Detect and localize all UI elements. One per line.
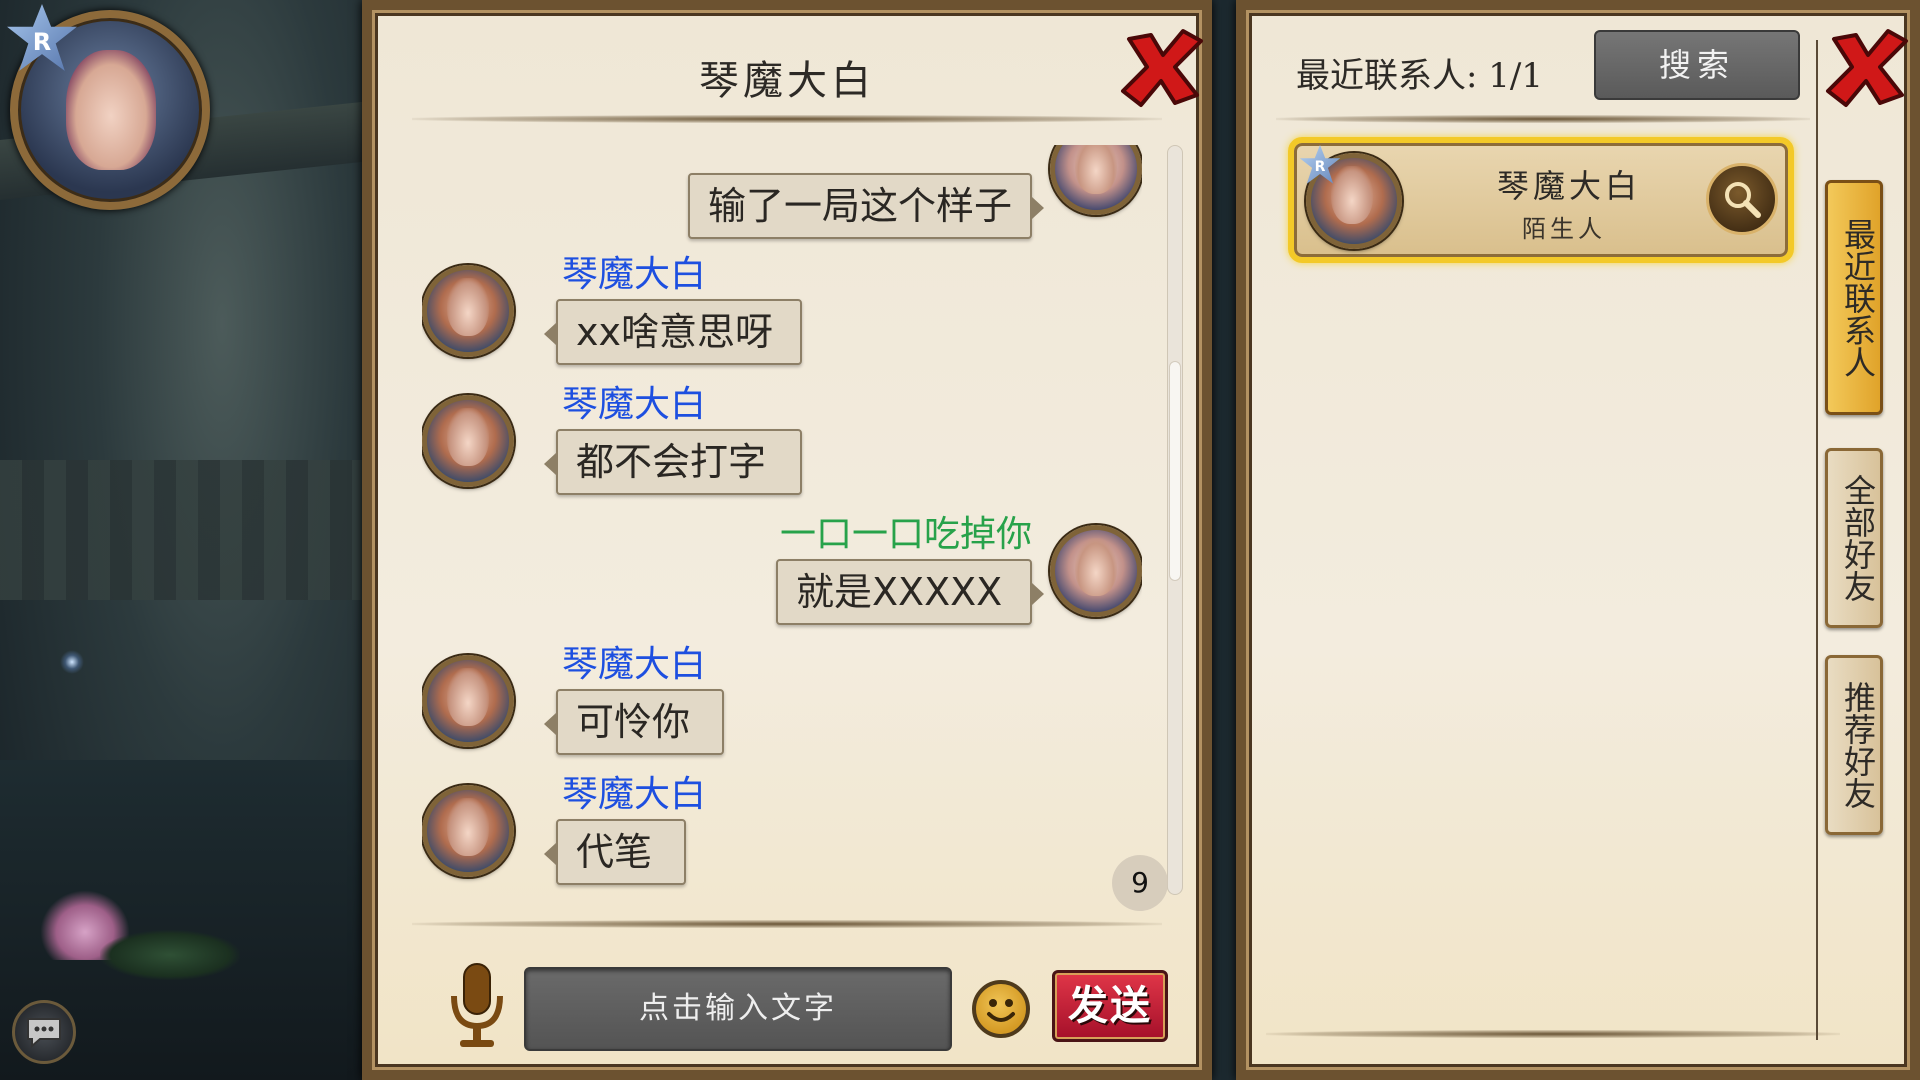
contact-status: 陌生人 — [1522, 215, 1606, 243]
send-button[interactable]: 发送 — [1052, 970, 1168, 1042]
contact-avatar[interactable] — [422, 265, 514, 357]
chat-panel: 琴魔大白 输了一局这个样子 琴魔大白 xx啥意思呀 琴魔大白 都不会打字 一口一… — [362, 0, 1212, 1080]
chat-bubble-glyph — [27, 1018, 61, 1049]
sender-name: 一口一口吃掉你 — [779, 514, 1032, 555]
contact-vip-label: R — [1314, 159, 1326, 175]
message-scrollbar-thumb[interactable] — [1169, 361, 1181, 581]
contact-avatar[interactable] — [422, 655, 514, 747]
tab-recent-contacts[interactable]: 最近联系人 — [1825, 180, 1883, 415]
vip-badge-label: R — [32, 28, 52, 56]
sender-name: 琴魔大白 — [562, 774, 707, 815]
message-list[interactable]: 输了一局这个样子 琴魔大白 xx啥意思呀 琴魔大白 都不会打字 一口一口吃掉你 … — [422, 145, 1142, 915]
chat-title-divider — [412, 115, 1162, 123]
scene-lily-pad — [100, 930, 240, 980]
my-avatar[interactable] — [1050, 145, 1142, 215]
message-bubble: xx啥意思呀 — [544, 299, 802, 365]
magnifier-icon[interactable] — [1706, 163, 1778, 235]
close-chat-button[interactable] — [1117, 25, 1207, 109]
contacts-bottom-divider — [1266, 1030, 1840, 1038]
close-icon — [1121, 29, 1203, 107]
message-item: 琴魔大白 xx啥意思呀 — [422, 245, 1142, 375]
emoji-face-glyph — [987, 999, 1015, 1022]
tab-all-friends[interactable]: 全部好友 — [1825, 448, 1883, 628]
contacts-header-divider — [1276, 115, 1810, 123]
message-item: 琴魔大白 都不会打字 — [422, 375, 1142, 505]
chat-title: 琴魔大白 — [699, 58, 875, 104]
message-bubble: 可怜你 — [544, 689, 724, 755]
message-item: 琴魔大白 代笔 — [422, 765, 1142, 895]
chat-input-divider — [412, 920, 1162, 928]
message-bubble: 代笔 — [544, 819, 686, 885]
tab-recommended-friends[interactable]: 推荐好友 — [1825, 655, 1883, 835]
magnifier-glyph — [1725, 182, 1761, 218]
emoji-icon[interactable] — [972, 980, 1030, 1038]
sender-name: 琴魔大白 — [562, 644, 707, 685]
contacts-panel: 最近联系人: 1/1 搜索 R 琴魔大白 陌生人 最近联系人 全部好友 推荐好友 — [1236, 0, 1920, 1080]
chat-bubble-icon[interactable] — [12, 1000, 76, 1064]
message-scrollbar[interactable] — [1167, 145, 1183, 895]
sender-name: 琴魔大白 — [562, 254, 707, 295]
voice-input-button[interactable] — [442, 960, 512, 1050]
recent-contacts-count: 最近联系人: 1/1 — [1296, 56, 1543, 96]
close-contacts-button[interactable] — [1822, 25, 1912, 109]
contact-name: 琴魔大白 — [1496, 167, 1641, 205]
contacts-side-divider — [1816, 40, 1818, 1040]
close-icon — [1826, 29, 1908, 107]
unread-count-badge[interactable]: 9 — [1112, 855, 1168, 911]
message-bubble: 都不会打字 — [544, 429, 802, 495]
scene-railing — [0, 460, 370, 600]
scene-sparkle — [60, 650, 84, 674]
message-input[interactable]: 点击输入文字 — [524, 967, 952, 1051]
my-avatar[interactable] — [1050, 525, 1142, 617]
contact-avatar[interactable] — [422, 785, 514, 877]
message-bubble: 输了一局这个样子 — [687, 173, 1045, 239]
contact-avatar[interactable] — [422, 395, 514, 487]
contact-list-item[interactable]: R 琴魔大白 陌生人 — [1288, 137, 1794, 263]
message-item: 输了一局这个样子 — [422, 145, 1142, 253]
sender-name: 琴魔大白 — [562, 384, 707, 425]
search-button[interactable]: 搜索 — [1594, 30, 1800, 100]
message-bubble: 就是XXXXX — [776, 559, 1044, 625]
microphone-icon — [451, 963, 503, 1047]
player-avatar-face — [66, 50, 156, 170]
message-item: 琴魔大白 可怜你 — [422, 635, 1142, 765]
message-item: 一口一口吃掉你 就是XXXXX — [422, 505, 1142, 635]
